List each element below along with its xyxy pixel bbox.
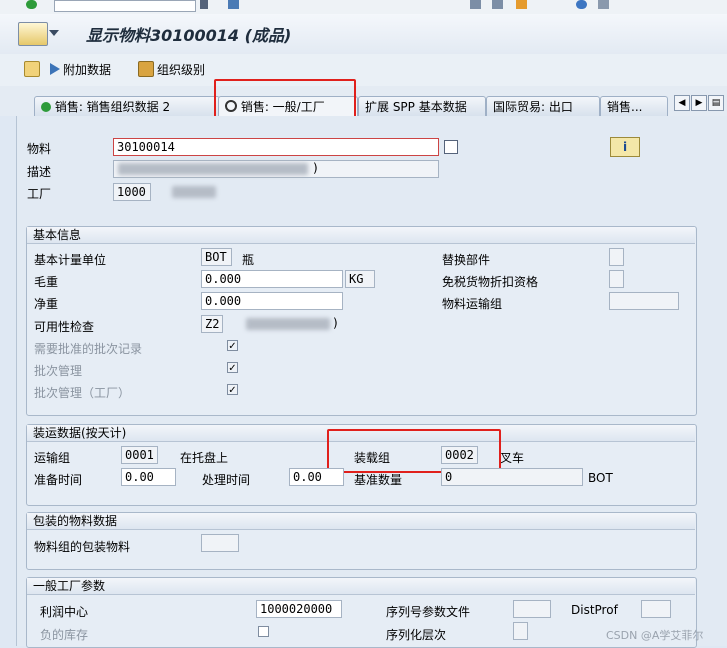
availability-check-field: Z2 (201, 315, 223, 333)
tab-foreign-trade-export[interactable]: 国际贸易: 出口 (486, 96, 600, 117)
help-icon[interactable] (576, 0, 587, 9)
base-quantity-unit: BOT (588, 471, 613, 485)
tax-discount-label: 免税货物折扣资格 (442, 275, 539, 289)
batch-records-label: 需要批准的批次记录 (34, 342, 143, 356)
weight-unit-field: KG (345, 270, 375, 288)
additional-data-button[interactable]: 附加数据 (50, 60, 111, 78)
watermark: CSDN @A学艾菲尔 (606, 629, 704, 642)
tab-label: 销售: 销售组织数据 2 (54, 100, 171, 114)
other-material-button[interactable] (24, 60, 40, 78)
base-uom-text: 瓶 (242, 253, 255, 267)
pack-mat-group-label: 物料组的包装物料 (34, 540, 131, 554)
serial-profile-label: 序列号参数文件 (386, 605, 471, 619)
description-suffix: ) (313, 161, 318, 175)
base-quantity-label: 基准数量 (354, 473, 403, 487)
replacement-part-label: 替换部件 (442, 253, 491, 267)
tab-prev-icon[interactable]: ◀ (674, 95, 690, 111)
tab-sales-more[interactable]: 销售... (600, 96, 668, 117)
material-freight-group-field (609, 292, 679, 310)
loading-group-text: 叉车 (500, 451, 525, 465)
command-field[interactable] (54, 0, 196, 12)
batch-mgmt-checkbox: ✓ (227, 362, 238, 374)
trans-group-label: 运输组 (34, 451, 71, 465)
serial-profile-field (513, 600, 551, 618)
redacted-plant-name (172, 186, 216, 198)
create-shortcut-icon[interactable] (516, 0, 527, 9)
tab-list-icon[interactable]: ▤ (708, 95, 724, 111)
material-label: 物料 (27, 142, 52, 156)
serialization-label: 序列化层次 (386, 628, 447, 642)
net-weight-field[interactable]: 0.000 (201, 292, 343, 310)
gross-weight-field[interactable]: 0.000 (201, 270, 343, 288)
neg-stock-label: 负的库存 (40, 628, 89, 642)
serialization-field (513, 622, 528, 640)
plant-label: 工厂 (27, 187, 52, 201)
trans-group-field: 0001 (121, 446, 158, 464)
base-uom-field: BOT (201, 248, 232, 266)
org-structure-icon (138, 61, 154, 77)
processing-time-label: 处理时间 (202, 473, 251, 487)
org-levels-label: 组织级别 (157, 62, 206, 77)
net-weight-label: 净重 (34, 297, 59, 311)
page-title: 显示物料30100014 (成品) (86, 26, 292, 45)
general-plant-title: 一般工厂参数 (27, 578, 695, 595)
availability-check-label: 可用性检查 (34, 320, 95, 334)
save-icon[interactable] (228, 0, 239, 9)
command-dropdown-icon[interactable] (200, 0, 208, 9)
distprof-field (641, 600, 671, 618)
layout-icon[interactable] (598, 0, 609, 9)
highlight-loading-group-box (327, 429, 501, 473)
material-freight-group-label: 物料运输组 (442, 297, 503, 311)
new-session-icon[interactable] (492, 0, 503, 9)
gross-weight-label: 毛重 (34, 275, 59, 289)
document-icon (24, 61, 40, 77)
distprof-label: DistProf (571, 603, 618, 617)
tab-label: 销售... (607, 100, 643, 114)
tab-spp-basic[interactable]: 扩展 SPP 基本数据 (358, 96, 486, 117)
org-levels-button[interactable]: 组织级别 (138, 60, 205, 78)
pack-mat-group-field (201, 534, 239, 552)
redacted-description (118, 163, 308, 175)
tab-label: 国际贸易: 出口 (493, 100, 573, 114)
processing-time-field[interactable]: 0.00 (289, 468, 344, 486)
batch-records-checkbox: ✓ (227, 340, 238, 352)
additional-data-label: 附加数据 (63, 62, 112, 77)
tab-label: 扩展 SPP 基本数据 (365, 100, 467, 114)
packaging-title: 包装的物料数据 (27, 513, 695, 530)
check-icon (41, 102, 51, 112)
trans-group-text: 在托盘上 (180, 451, 229, 465)
setup-time-field[interactable]: 0.00 (121, 468, 176, 486)
batch-mgmt-label: 批次管理 (34, 364, 83, 378)
enter-icon[interactable] (26, 0, 37, 9)
profit-center-field[interactable]: 1000020000 (256, 600, 342, 618)
neg-stock-checkbox (258, 626, 269, 637)
arrow-right-icon (50, 63, 60, 75)
profit-center-label: 利润中心 (40, 605, 89, 619)
replacement-part-field (609, 248, 624, 266)
availability-check-suffix: ) (333, 316, 338, 330)
setup-time-label: 准备时间 (34, 473, 83, 487)
info-icon[interactable]: i (610, 137, 640, 157)
redacted-availability-text (246, 318, 330, 330)
first-page-icon[interactable] (470, 0, 481, 9)
copy-icon[interactable] (444, 140, 458, 154)
plant-field: 1000 (113, 183, 151, 201)
base-uom-label: 基本计量单位 (34, 253, 107, 267)
base-quantity-field: 0 (441, 468, 583, 486)
batch-mgmt-plant-label: 批次管理（工厂） (34, 386, 131, 400)
basic-info-title: 基本信息 (27, 227, 695, 244)
tab-next-icon[interactable]: ▶ (691, 95, 707, 111)
menu-icon[interactable] (18, 22, 59, 46)
tax-discount-field (609, 270, 624, 288)
tab-sales-org-2[interactable]: 销售: 销售组织数据 2 (34, 96, 220, 117)
material-field[interactable]: 30100014 (113, 138, 439, 156)
description-label: 描述 (27, 165, 52, 179)
batch-mgmt-plant-checkbox: ✓ (227, 384, 238, 396)
